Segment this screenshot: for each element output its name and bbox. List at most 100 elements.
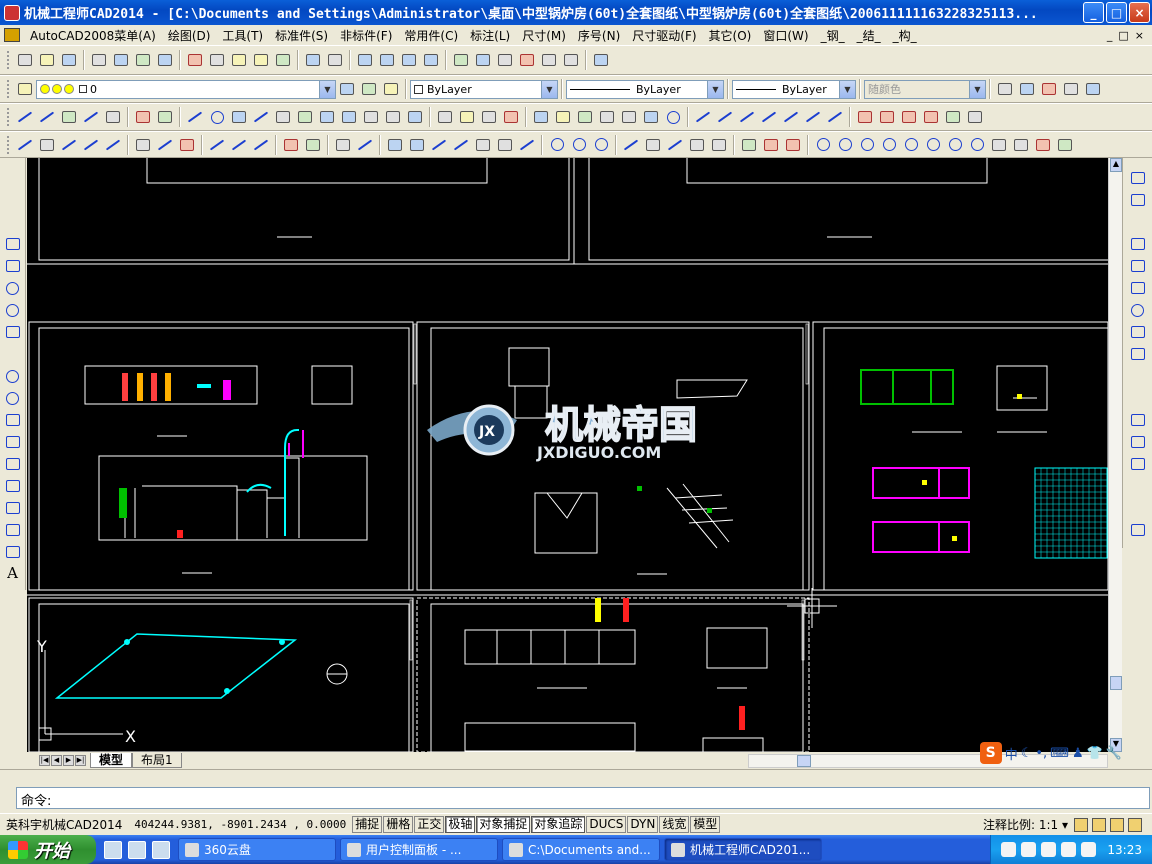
weld-symbol-icon[interactable] bbox=[575, 107, 595, 127]
phi-icon[interactable] bbox=[813, 135, 833, 155]
linetype-combo[interactable]: ByLayer ▼ bbox=[566, 79, 724, 99]
mech-symbol-icon[interactable] bbox=[501, 107, 521, 127]
join-icon[interactable] bbox=[1127, 454, 1149, 474]
chamfer-mech-icon[interactable] bbox=[317, 107, 337, 127]
keyway-icon[interactable] bbox=[339, 107, 359, 127]
menu-sequence[interactable]: 序号(N) bbox=[572, 27, 626, 44]
close-button[interactable]: × bbox=[1129, 2, 1150, 23]
z0-icon[interactable] bbox=[641, 107, 661, 127]
print-icon[interactable] bbox=[89, 50, 109, 70]
slash-lines-icon[interactable] bbox=[81, 107, 101, 127]
layer-previous-icon[interactable] bbox=[359, 79, 379, 99]
sogou-tray-icon[interactable] bbox=[1001, 842, 1017, 857]
punctuation-icon[interactable]: •, bbox=[1035, 746, 1047, 761]
menu-tools[interactable]: 工具(T) bbox=[216, 27, 269, 44]
tangent-icon[interactable] bbox=[621, 135, 641, 155]
snap-icon[interactable] bbox=[663, 107, 683, 127]
triple-line-icon[interactable] bbox=[177, 135, 197, 155]
browser-icon[interactable] bbox=[128, 840, 146, 859]
help-tray-icon[interactable] bbox=[1021, 842, 1037, 857]
toggle-otrack[interactable]: 对象追踪 bbox=[531, 816, 586, 833]
dim-linear-icon[interactable] bbox=[693, 107, 713, 127]
phi-4-icon[interactable] bbox=[879, 135, 899, 155]
lock-icon[interactable] bbox=[1110, 817, 1124, 832]
hole-icon[interactable] bbox=[207, 107, 227, 127]
annotation-scale[interactable]: 注释比例: 1:1 ▾ bbox=[983, 816, 1074, 833]
part-icon[interactable] bbox=[989, 135, 1009, 155]
gradient-icon[interactable] bbox=[2, 498, 24, 518]
insert-block-icon[interactable] bbox=[2, 410, 24, 430]
vertical-scroll-thumb[interactable] bbox=[1110, 676, 1122, 690]
table-icon[interactable] bbox=[2, 542, 24, 562]
fillet-icon[interactable] bbox=[1127, 498, 1149, 518]
break-at-point-icon[interactable] bbox=[1127, 410, 1149, 430]
tool-palettes-icon[interactable] bbox=[495, 50, 515, 70]
block-editor-icon[interactable] bbox=[273, 50, 293, 70]
phi-7-icon[interactable] bbox=[945, 135, 965, 155]
zoom-previous-icon[interactable] bbox=[421, 50, 441, 70]
toggle-grid[interactable]: 栅格 bbox=[383, 816, 414, 833]
cut-icon[interactable] bbox=[185, 50, 205, 70]
chevron-down-icon[interactable]: ▼ bbox=[707, 80, 723, 98]
diagonal-2-icon[interactable] bbox=[451, 135, 471, 155]
copy-icon[interactable] bbox=[207, 50, 227, 70]
task-explorer[interactable]: C:\Documents and... bbox=[502, 838, 660, 861]
equal-lines-icon[interactable] bbox=[303, 135, 323, 155]
thick-line-icon[interactable] bbox=[37, 135, 57, 155]
frame-icon[interactable] bbox=[479, 107, 499, 127]
point-icon[interactable] bbox=[2, 454, 24, 474]
menu-window[interactable]: 窗口(W) bbox=[757, 27, 814, 44]
chevron-down-icon[interactable]: ▼ bbox=[319, 80, 335, 98]
color-combo[interactable]: ByLayer ▼ bbox=[410, 79, 558, 99]
rotate-icon[interactable] bbox=[1127, 300, 1149, 320]
make-block-icon[interactable] bbox=[2, 432, 24, 452]
layer-states-icon[interactable] bbox=[381, 79, 401, 99]
hole-table-icon[interactable] bbox=[597, 107, 617, 127]
menu-autocad2008[interactable]: AutoCAD2008菜单(A) bbox=[24, 27, 162, 44]
print-preview-icon[interactable] bbox=[111, 50, 131, 70]
perpendicular-icon[interactable] bbox=[103, 107, 123, 127]
pan-icon[interactable] bbox=[355, 50, 375, 70]
polygon-draw-icon[interactable] bbox=[2, 234, 24, 254]
search-icon[interactable] bbox=[553, 107, 573, 127]
wrench-icon[interactable]: 🔧 bbox=[1106, 746, 1122, 761]
balloon-icon[interactable] bbox=[965, 107, 985, 127]
menu-dimension-label[interactable]: 标注(L) bbox=[464, 27, 516, 44]
menu-other[interactable]: 其它(O) bbox=[703, 27, 758, 44]
menu-construct[interactable]: _构_ bbox=[887, 27, 923, 44]
show-desktop-icon[interactable] bbox=[104, 840, 122, 859]
minimize-button[interactable]: _ bbox=[1083, 2, 1104, 23]
trim-icon[interactable] bbox=[1127, 366, 1149, 386]
toggle-snap[interactable]: 捕捉 bbox=[352, 816, 383, 833]
construction-line-icon[interactable] bbox=[2, 190, 24, 210]
ime-mode[interactable]: 中 bbox=[1005, 744, 1018, 763]
dim-aligned-icon[interactable] bbox=[715, 107, 735, 127]
markup-icon[interactable] bbox=[539, 50, 559, 70]
scale-icon[interactable] bbox=[1127, 322, 1149, 342]
title-bar[interactable]: 机械工程师CAD2014 - [C:\Documents and Setting… bbox=[0, 0, 1152, 25]
line-icon[interactable] bbox=[15, 135, 35, 155]
make-current-layer-icon[interactable] bbox=[337, 79, 357, 99]
revision-cloud-icon[interactable] bbox=[2, 322, 24, 342]
shaft-icon[interactable] bbox=[273, 107, 293, 127]
toggle-model[interactable]: 模型 bbox=[690, 816, 721, 833]
calculator-icon[interactable] bbox=[561, 50, 581, 70]
moon-icon[interactable]: ☾ bbox=[1021, 746, 1033, 761]
zoom-window-icon[interactable] bbox=[399, 50, 419, 70]
toolbar-grip[interactable] bbox=[7, 51, 11, 69]
stretch-icon[interactable] bbox=[1127, 344, 1149, 364]
user-icon[interactable]: ♟ bbox=[1072, 746, 1084, 761]
dim-radius-icon[interactable] bbox=[759, 107, 779, 127]
edit-icon[interactable] bbox=[739, 135, 759, 155]
break-icon[interactable] bbox=[1127, 432, 1149, 452]
chevron-down-icon[interactable]: ▼ bbox=[839, 80, 855, 98]
chamfer-icon[interactable] bbox=[1127, 476, 1149, 496]
doc-minimize-button[interactable]: _ bbox=[1107, 29, 1113, 42]
save-icon[interactable] bbox=[59, 50, 79, 70]
erase-eraser-icon[interactable] bbox=[1127, 168, 1149, 188]
tangent-line-icon[interactable] bbox=[155, 135, 175, 155]
multileader-style-icon[interactable] bbox=[1061, 79, 1081, 99]
toggle-dyn[interactable]: DYN bbox=[627, 816, 659, 833]
magnet-icon[interactable] bbox=[783, 135, 803, 155]
ellipse-arc-icon[interactable] bbox=[2, 388, 24, 408]
